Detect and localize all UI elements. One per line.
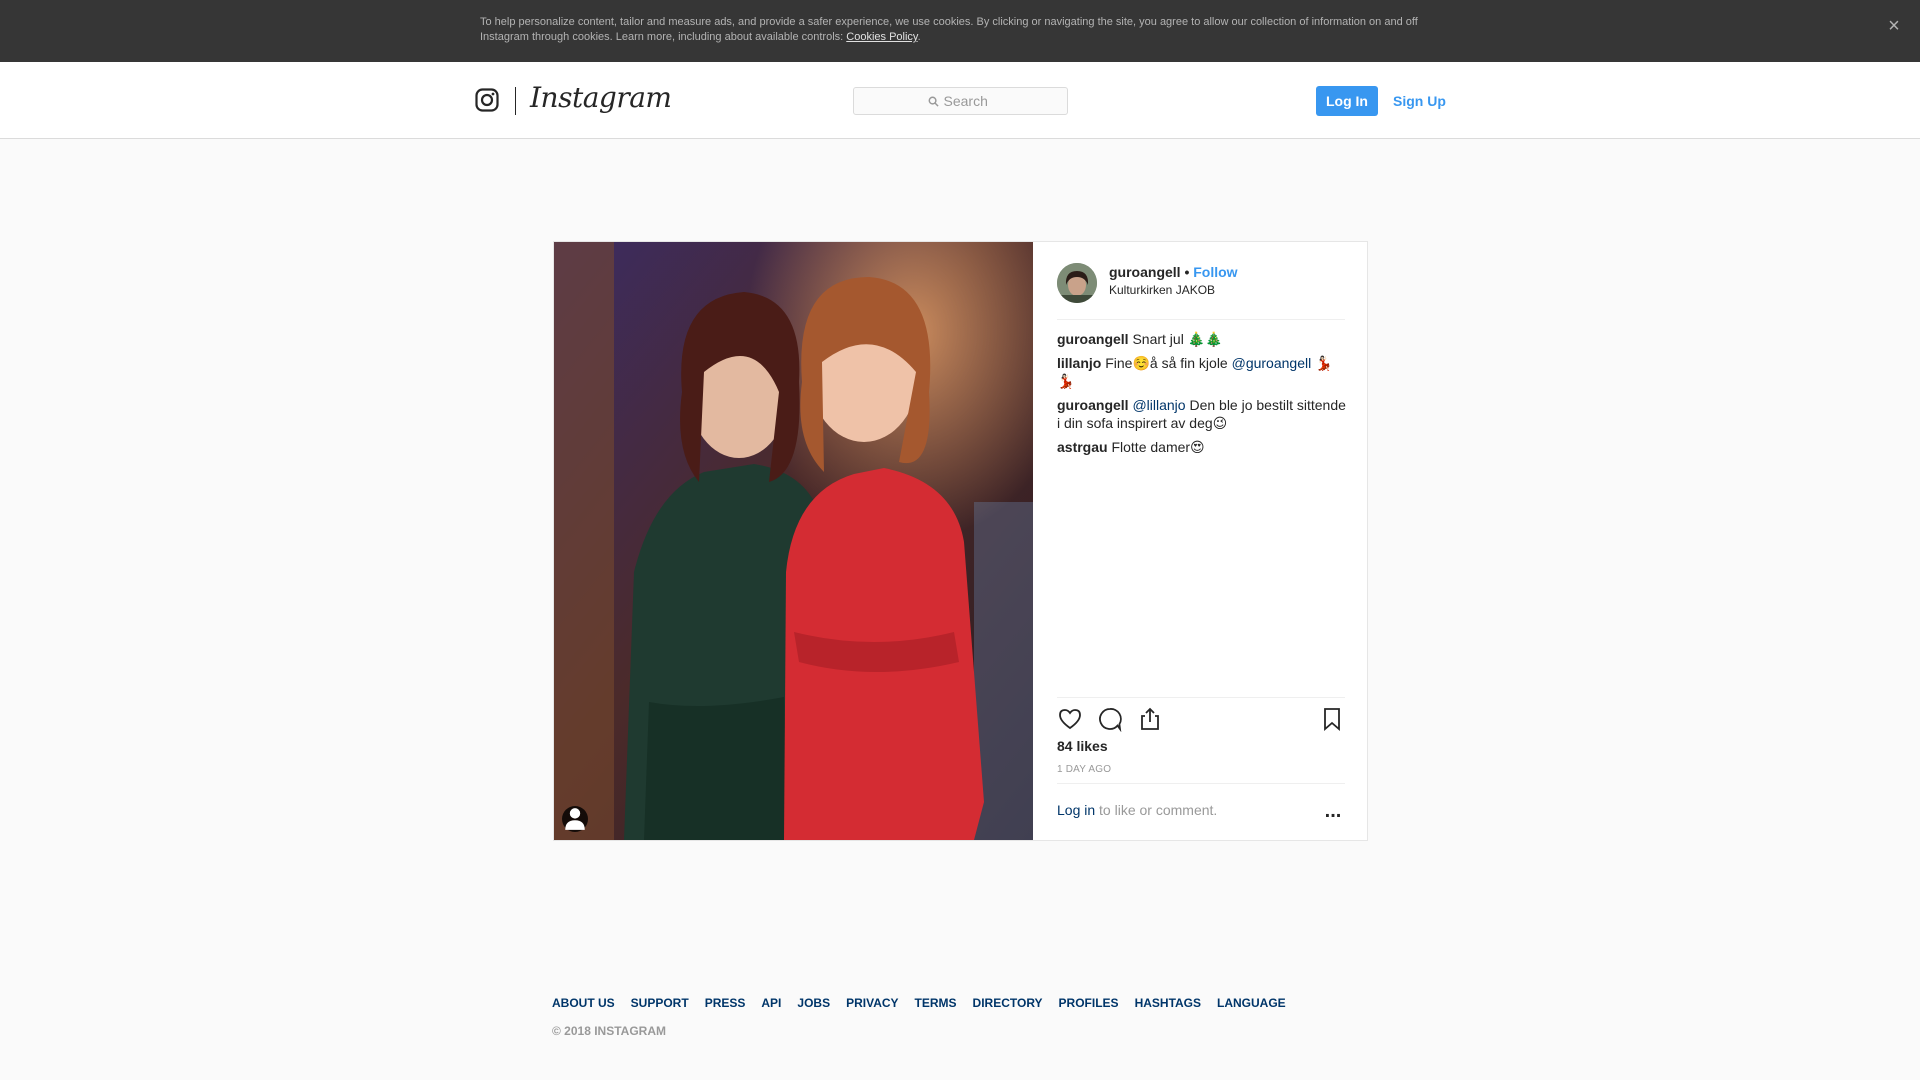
footer-link-support[interactable]: Support [631, 995, 689, 1011]
footer-link-terms[interactable]: Terms [915, 995, 957, 1011]
comment-mention[interactable]: @lillanjo [1132, 397, 1185, 413]
comment-username[interactable]: astrgau [1057, 439, 1108, 455]
login-prompt: Log in to like or comment. [1057, 802, 1217, 818]
footer-link-about[interactable]: About us [552, 995, 615, 1011]
footer-link-jobs[interactable]: Jobs [797, 995, 830, 1011]
login-to-comment: Log in to like or comment. ... [1057, 783, 1345, 840]
post-sidebar: guroangell • Follow Kulturkirken JAKOB g… [1033, 242, 1367, 840]
comment-text: Fine☺️å så fin kjole [1101, 355, 1232, 371]
likes-count[interactable]: 84 likes [1057, 738, 1108, 754]
footer-link-language[interactable]: Language [1217, 995, 1286, 1011]
more-icon[interactable]: ... [1321, 801, 1345, 824]
comment-item: lillanjo Fine☺️å så fin kjole @guroangel… [1057, 354, 1347, 390]
heart-icon[interactable] [1057, 706, 1083, 732]
post-actions: 84 likes 1 day ago [1057, 697, 1345, 775]
post-location[interactable]: Kulturkirken JAKOB [1109, 282, 1215, 298]
copyright: © 2018 Instagram [552, 1024, 666, 1038]
footer-link-hashtags[interactable]: Hashtags [1135, 995, 1201, 1011]
post-username[interactable]: guroangell [1109, 264, 1181, 280]
user-tag-glyph [565, 808, 585, 830]
login-link[interactable]: Log in [1057, 802, 1095, 818]
post-card: guroangell • Follow Kulturkirken JAKOB g… [553, 241, 1368, 841]
footer-link-press[interactable]: Press [705, 995, 746, 1011]
share-icon[interactable] [1137, 706, 1163, 732]
comment-item: guroangell @lillanjo Den ble jo bestilt … [1057, 396, 1347, 432]
signup-link[interactable]: Sign Up [1393, 86, 1446, 116]
close-icon[interactable]: × [1882, 14, 1906, 38]
comment-item: astrgau Flotte damer😍 [1057, 438, 1347, 456]
bookmark-icon[interactable] [1319, 706, 1345, 732]
logo-divider [515, 87, 516, 115]
search-icon [928, 96, 939, 107]
cookies-policy-link[interactable]: Cookies Policy [846, 31, 917, 43]
footer-link-privacy[interactable]: Privacy [846, 995, 898, 1011]
comment-username[interactable]: guroangell [1057, 331, 1129, 347]
comment-username[interactable]: lillanjo [1057, 355, 1101, 371]
login-button[interactable]: Log In [1316, 86, 1378, 116]
footer-link-profiles[interactable]: Profiles [1059, 995, 1119, 1011]
comment-icon[interactable] [1097, 706, 1123, 732]
post-header: guroangell • Follow Kulturkirken JAKOB [1057, 242, 1345, 320]
comment-text: Flotte damer😍 [1107, 439, 1205, 455]
cookie-banner-text: To help personalize content, tailor and … [480, 15, 1440, 45]
cookie-banner: To help personalize content, tailor and … [0, 0, 1920, 62]
post-timestamp[interactable]: 1 day ago [1057, 764, 1111, 775]
comment-username[interactable]: guroangell [1057, 397, 1129, 413]
post-author-line: guroangell • Follow [1109, 263, 1238, 281]
instagram-camera-icon[interactable] [475, 88, 499, 112]
login-prompt-text: to like or comment. [1095, 802, 1218, 818]
separator-dot: • [1180, 264, 1194, 280]
avatar-image [1057, 263, 1097, 303]
footer-link-directory[interactable]: Directory [973, 995, 1043, 1011]
comment-text: Snart jul 🎄🎄 [1128, 331, 1223, 347]
avatar[interactable] [1057, 263, 1097, 303]
cookie-suffix: . [917, 31, 921, 43]
footer-nav: About us Support Press API Jobs Privacy … [552, 995, 1302, 1011]
cookie-message: To help personalize content, tailor and … [480, 16, 1418, 43]
footer-link-api[interactable]: API [761, 995, 781, 1011]
search-input[interactable] [943, 93, 994, 109]
top-nav: Instagram Log In Sign Up [0, 62, 1920, 139]
user-tag-icon[interactable] [562, 806, 588, 832]
follow-button[interactable]: Follow [1193, 264, 1237, 280]
post-photo-illustration [554, 242, 1033, 840]
post-photo[interactable] [554, 242, 1033, 840]
instagram-wordmark[interactable]: Instagram [530, 80, 672, 116]
comment-item: guroangell Snart jul 🎄🎄 [1057, 330, 1347, 348]
search-box[interactable] [853, 87, 1068, 115]
comments-list: guroangell Snart jul 🎄🎄 lillanjo Fine☺️å… [1057, 330, 1347, 462]
comment-mention[interactable]: @guroangell [1232, 355, 1312, 371]
